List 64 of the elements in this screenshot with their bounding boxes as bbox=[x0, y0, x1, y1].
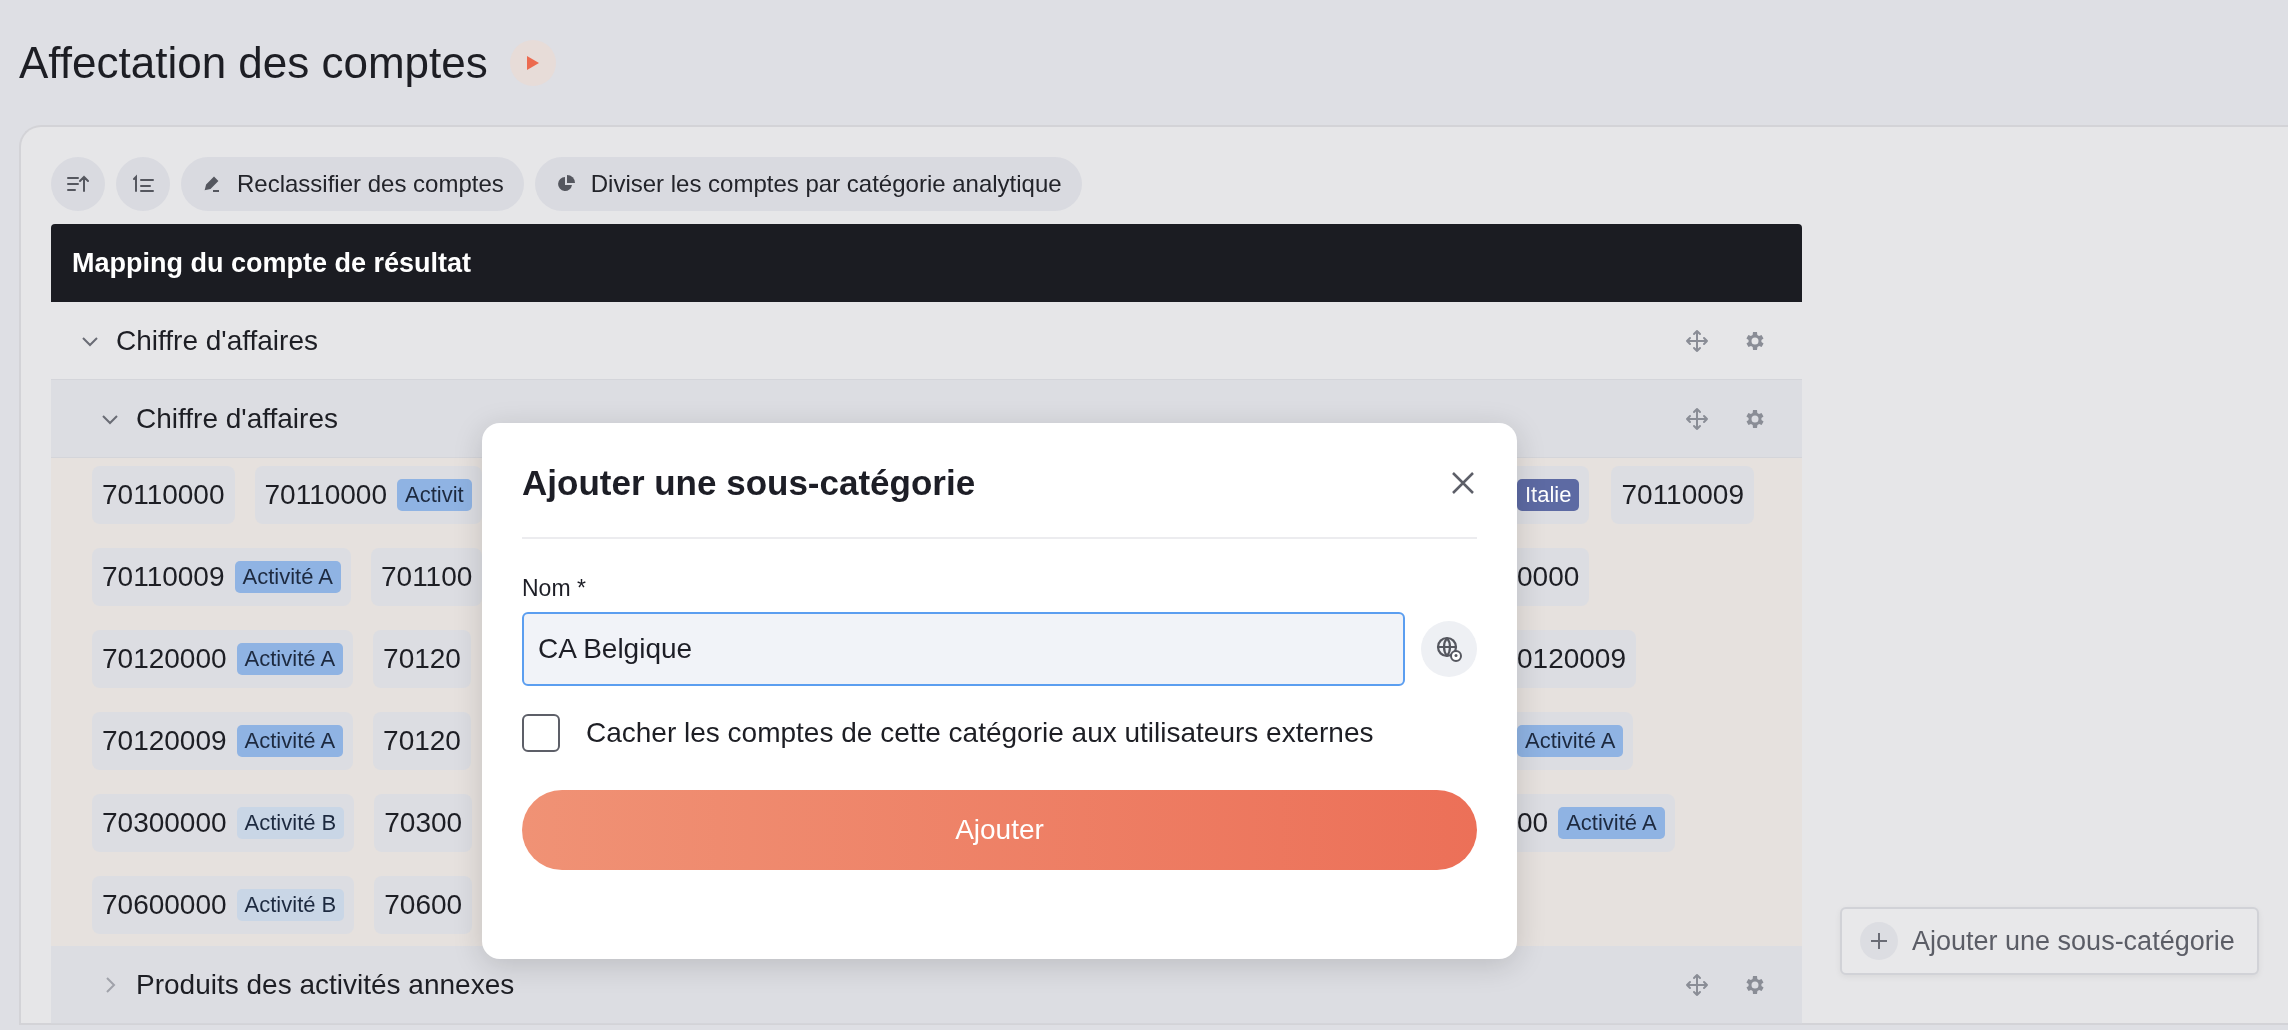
account-chip[interactable]: 70110000 Activit bbox=[254, 466, 482, 524]
tag: Activité A bbox=[234, 561, 341, 593]
translation-button[interactable] bbox=[1421, 621, 1477, 677]
account-chip[interactable]: 70600000 Activité B bbox=[92, 876, 355, 934]
account-number: 70600000 bbox=[102, 889, 227, 921]
tag: Italie bbox=[1517, 479, 1580, 511]
account-number: 70120 bbox=[383, 725, 461, 757]
category-name: Produits des activités annexes bbox=[136, 968, 516, 1001]
account-number: 0000 bbox=[1517, 561, 1580, 593]
tag: Activité A bbox=[236, 725, 344, 757]
account-number: 70110000 bbox=[102, 479, 225, 511]
tag: Activit bbox=[397, 479, 472, 511]
tag: Activité A bbox=[236, 643, 344, 675]
account-number: 70110009 bbox=[1621, 479, 1744, 511]
account-number: 70110009 bbox=[102, 561, 225, 593]
play-button[interactable] bbox=[509, 40, 556, 86]
category-row[interactable]: Produits des activités annexes bbox=[51, 946, 1802, 1024]
tag: Activité B bbox=[236, 889, 345, 921]
account-chip[interactable]: 70120009 Activité A bbox=[92, 712, 354, 770]
tag: Activité A bbox=[1558, 807, 1665, 839]
account-number: 701100 bbox=[381, 561, 473, 593]
account-chip[interactable]: 70110009 Activité A bbox=[92, 548, 351, 606]
pie-chart-icon bbox=[556, 175, 575, 193]
move-icon[interactable] bbox=[1685, 328, 1709, 353]
account-number: 70120 bbox=[383, 643, 461, 675]
category-name: Chiffre d'affaires bbox=[136, 402, 339, 435]
account-number: 70300000 bbox=[102, 807, 227, 839]
checkbox[interactable] bbox=[522, 714, 560, 752]
dialog-title: Ajouter une sous-catégorie bbox=[522, 463, 976, 503]
account-number: 00 bbox=[1517, 807, 1549, 839]
add-subcategory-button[interactable]: Ajouter une sous-catégorie bbox=[1840, 907, 2259, 975]
plus-icon bbox=[1869, 931, 1889, 951]
pen-icon bbox=[203, 175, 221, 193]
account-number: 70110000 bbox=[264, 479, 387, 511]
page-title: Affectation des comptes bbox=[19, 37, 488, 89]
field-label: Nom * bbox=[522, 575, 587, 602]
name-input-field[interactable]: CA Belgique bbox=[522, 612, 1405, 686]
table-header: Mapping du compte de résultat bbox=[51, 224, 1802, 302]
account-chip[interactable]: 70120 bbox=[373, 712, 471, 770]
globe-pin-icon bbox=[1435, 635, 1463, 663]
account-number: 70120000 bbox=[102, 643, 227, 675]
account-number: 70600 bbox=[384, 889, 463, 921]
account-number: 70120009 bbox=[102, 725, 227, 757]
tag: Activité B bbox=[236, 807, 345, 839]
account-chip[interactable]: 70120000 Activité A bbox=[92, 630, 354, 688]
account-chip[interactable]: 70110000 bbox=[92, 466, 235, 524]
move-icon[interactable] bbox=[1685, 406, 1709, 431]
account-number: 70300 bbox=[384, 807, 463, 839]
play-icon bbox=[525, 55, 540, 71]
account-chip[interactable]: 70120 bbox=[373, 630, 471, 688]
move-icon[interactable] bbox=[1685, 972, 1709, 997]
toolbar-button[interactable]: Reclassifier des comptes bbox=[181, 157, 524, 211]
category-name: Chiffre d'affaires bbox=[116, 324, 319, 357]
account-chip[interactable]: 70600 bbox=[374, 876, 473, 934]
account-number: 0120009 bbox=[1517, 643, 1626, 675]
account-chip[interactable]: 70300 bbox=[374, 794, 473, 852]
toolbar-button[interactable]: Diviser les comptes par catégorie analytique bbox=[534, 157, 1082, 211]
account-chip[interactable]: 70300000 Activité B bbox=[92, 794, 355, 852]
account-chip[interactable]: 701100 bbox=[371, 548, 483, 606]
tag: Activité A bbox=[1517, 725, 1624, 757]
numbered-list-icon bbox=[131, 174, 155, 194]
checkbox-label: Cacher les comptes de cette catégorie aux utilisateurs externes bbox=[586, 717, 1374, 749]
account-chip[interactable]: 70110009 bbox=[1611, 466, 1754, 524]
sort-lines-icon bbox=[66, 174, 90, 194]
